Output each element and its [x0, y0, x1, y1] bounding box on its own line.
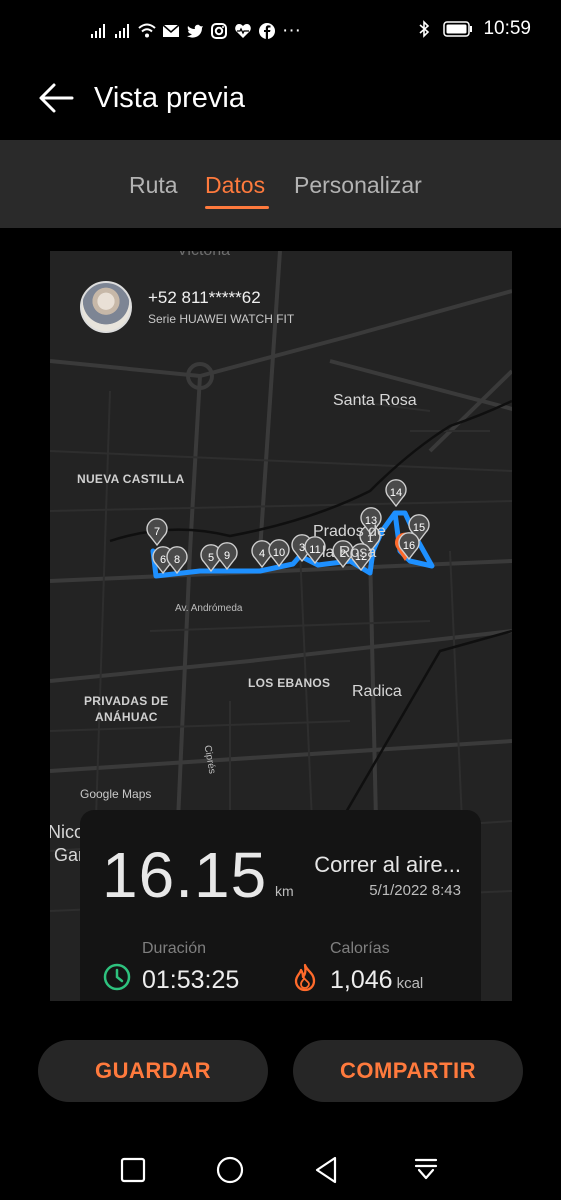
back-nav-icon[interactable]	[311, 1154, 343, 1186]
recent-apps-icon[interactable]	[117, 1154, 149, 1186]
km-marker-label: 15	[413, 522, 425, 534]
km-marker-label: 14	[390, 487, 402, 499]
distance-unit: km	[275, 883, 294, 899]
tab-ruta[interactable]: Ruta	[129, 172, 178, 199]
clock: 10:59	[483, 18, 531, 39]
mail-icon	[162, 24, 180, 37]
status-bar: ··· 10:59	[0, 0, 561, 64]
calories-label: Calorías	[330, 940, 390, 957]
status-icons-left: ···	[90, 20, 301, 42]
app-header: Vista previa	[0, 64, 561, 140]
activity-type: Correr al aire...	[314, 852, 461, 877]
calories-value-row: 1,046 kcal	[330, 966, 423, 995]
battery-icon	[443, 21, 473, 37]
distance-value: 16.15	[102, 839, 268, 911]
system-nav-bar	[0, 1140, 561, 1200]
tab-bar: Ruta Datos Personalizar	[0, 140, 561, 228]
flame-icon	[294, 963, 316, 992]
map-label-santa-rosa: Santa Rosa	[333, 392, 417, 409]
instagram-icon	[211, 23, 227, 39]
stats-panel: 16.15 km Correr al aire... 5/1/2022 8:43…	[80, 810, 481, 1001]
map-label-victoria: Victoria	[177, 251, 230, 260]
km-marker-label: 8	[174, 554, 180, 566]
signal-icon	[91, 24, 105, 38]
km-marker-label: 10	[273, 547, 285, 559]
duration-label: Duración	[142, 940, 207, 957]
facebook-icon	[259, 23, 275, 39]
map-label-los-ebanos: LOS EBANOS	[248, 676, 331, 690]
back-arrow-icon[interactable]	[36, 80, 76, 116]
clock-icon	[103, 963, 131, 991]
device-name: Serie HUAWEI WATCH FIT	[148, 312, 295, 326]
health-icon	[235, 24, 251, 38]
map-label-radica: Radica	[352, 683, 402, 700]
map-label-prados: Prados de	[313, 523, 386, 540]
bluetooth-icon	[419, 20, 430, 38]
km-marker-label: 5	[208, 552, 214, 564]
map-label-la-rosa: la Rosa	[322, 544, 377, 561]
km-marker-label: 4	[259, 548, 265, 560]
km-marker-label: 9	[224, 550, 230, 562]
calories-unit: kcal	[396, 975, 424, 992]
google-maps-attribution: Google Maps	[80, 787, 152, 801]
user-phone: +52 811*****62	[148, 288, 261, 307]
avatar	[80, 281, 132, 333]
page-title: Vista previa	[94, 82, 245, 114]
map-label-anahuac: ANÁHUAC	[95, 710, 158, 724]
share-button[interactable]: COMPARTIR	[293, 1040, 523, 1102]
notification-pull-icon[interactable]	[410, 1154, 442, 1186]
status-icons-right: 10:59	[415, 18, 531, 40]
user-profile: +52 811*****62 Serie HUAWEI WATCH FIT	[80, 281, 294, 333]
map-label-nueva-castilla: NUEVA CASTILLA	[77, 472, 185, 486]
km-marker-label: 6	[160, 554, 166, 566]
active-tab-indicator	[205, 206, 269, 209]
km-marker-label: 3	[299, 542, 305, 554]
save-button[interactable]: GUARDAR	[38, 1040, 268, 1102]
signal-icon	[115, 24, 129, 38]
home-icon[interactable]	[214, 1154, 246, 1186]
map-label-privadas: PRIVADAS DE	[84, 694, 169, 708]
wifi-icon	[138, 23, 156, 38]
twitter-icon	[187, 24, 203, 38]
more-notifications-icon: ···	[282, 20, 301, 41]
activity-datetime: 5/1/2022 8:43	[369, 882, 461, 899]
km-marker-label: 7	[154, 526, 160, 538]
map-label-andromeda: Av. Andrómeda	[175, 603, 243, 614]
calories-value: 1,046	[330, 966, 393, 994]
tab-datos[interactable]: Datos	[205, 172, 265, 199]
tab-personalizar[interactable]: Personalizar	[294, 172, 422, 199]
km-marker-label: 16	[403, 540, 415, 552]
preview-card: 12345678910111213141516 Victoria Santa R…	[50, 251, 512, 1001]
km-marker-label: 11	[309, 544, 320, 556]
duration-value: 01:53:25	[142, 966, 240, 994]
